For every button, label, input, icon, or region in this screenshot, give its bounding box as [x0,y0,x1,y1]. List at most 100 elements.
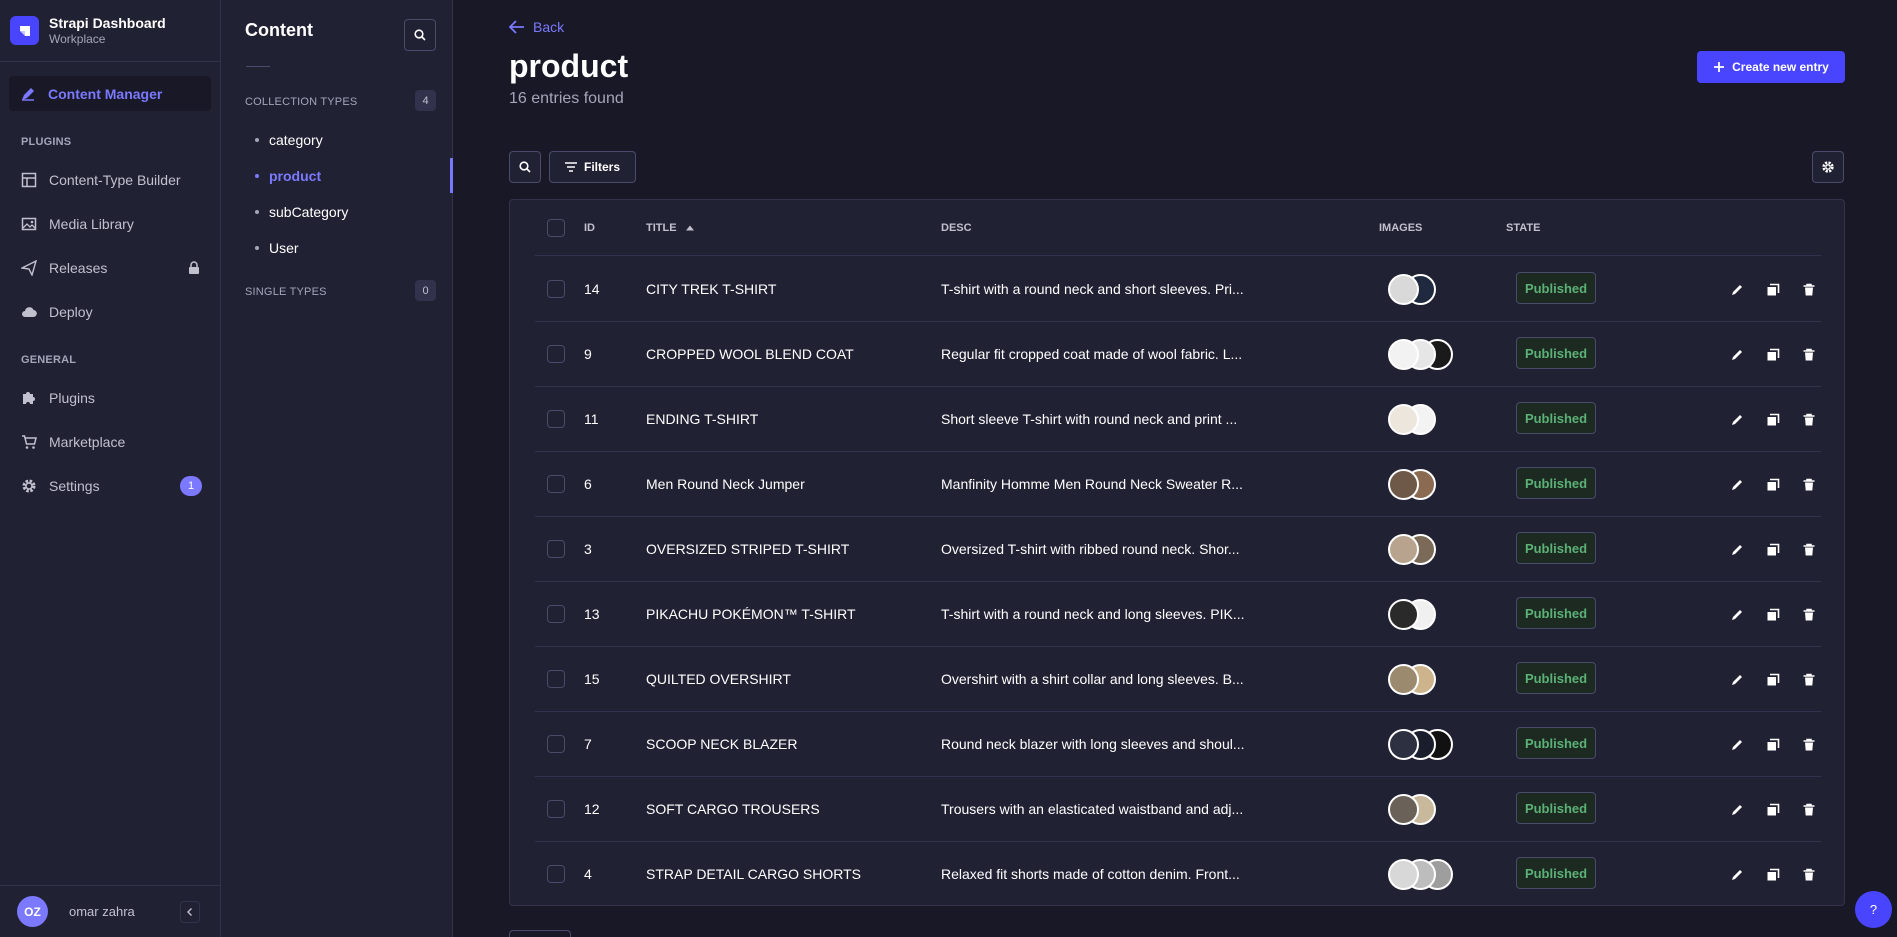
table-row[interactable]: 9 CROPPED WOOL BLEND COAT Regular fit cr… [535,322,1821,387]
back-link[interactable]: Back [509,19,564,35]
table-row[interactable]: 14 CITY TREK T-SHIRT T-shirt with a roun… [535,257,1821,322]
delete-button[interactable] [1800,801,1818,819]
row-checkbox[interactable] [547,735,565,753]
brand[interactable]: Strapi Dashboard Workplace [0,0,220,62]
row-checkbox[interactable] [547,345,565,363]
nav-item-releases[interactable]: Releases [21,256,201,280]
row-checkbox[interactable] [547,605,565,623]
row-checkbox[interactable] [547,410,565,428]
column-header-desc[interactable]: DESC [941,222,972,234]
delete-button[interactable] [1800,346,1818,364]
table-search-button[interactable] [509,151,541,183]
nav-item-content-manager[interactable]: Content Manager [9,76,211,111]
edit-button[interactable] [1728,671,1746,689]
duplicate-button[interactable] [1764,411,1782,429]
delete-button[interactable] [1800,541,1818,559]
duplicate-button[interactable] [1764,671,1782,689]
product-image-thumbnail [1388,599,1419,630]
user-menu[interactable]: OZ omar zahra [0,885,220,937]
edit-button[interactable] [1728,476,1746,494]
nav-item-deploy[interactable]: Deploy [21,300,201,324]
table-row[interactable]: 3 OVERSIZED STRIPED T-SHIRT Oversized T-… [535,517,1821,582]
edit-button[interactable] [1728,281,1746,299]
cell-images [1388,729,1453,760]
delete-button[interactable] [1800,606,1818,624]
table-row[interactable]: 6 Men Round Neck Jumper Manfinity Homme … [535,452,1821,517]
pagination-control[interactable] [509,930,571,937]
nav-item-content-type-builder[interactable]: Content-Type Builder [21,168,201,192]
edit-button[interactable] [1728,801,1746,819]
delete-button[interactable] [1800,411,1818,429]
cell-images [1388,599,1436,630]
single-types-count: 0 [415,280,436,301]
table-row[interactable]: 15 QUILTED OVERSHIRT Overshirt with a sh… [535,647,1821,712]
collapse-nav-button[interactable] [180,901,200,923]
table-row[interactable]: 4 STRAP DETAIL CARGO SHORTS Relaxed fit … [535,842,1821,907]
pencil-icon [1732,610,1742,620]
product-image-thumbnail [1388,859,1419,890]
delete-button[interactable] [1800,281,1818,299]
trash-icon [1803,673,1815,686]
table-row[interactable]: 7 SCOOP NECK BLAZER Round neck blazer wi… [535,712,1821,777]
help-button[interactable]: ? [1855,891,1892,928]
subnav-item-product[interactable]: product [255,166,321,186]
row-checkbox[interactable] [547,540,565,558]
row-checkbox[interactable] [547,865,565,883]
nav-item-plugins[interactable]: Plugins [21,386,201,410]
nav-item-marketplace[interactable]: Marketplace [21,430,201,454]
view-settings-button[interactable] [1812,151,1844,183]
subnav-search-button[interactable] [404,19,436,51]
duplicate-icon [1767,868,1780,881]
delete-button[interactable] [1800,671,1818,689]
row-actions [1728,736,1836,754]
image-icon [21,217,37,231]
duplicate-button[interactable] [1764,801,1782,819]
nav-item-settings[interactable]: Settings 1 [21,474,202,498]
table-row[interactable]: 11 ENDING T-SHIRT Short sleeve T-shirt w… [535,387,1821,452]
duplicate-button[interactable] [1764,541,1782,559]
pencil-icon [1732,870,1742,880]
status-badge: Published [1516,597,1596,629]
edit-button[interactable] [1728,346,1746,364]
trash-icon [1803,543,1815,556]
arrow-left-icon [509,20,524,34]
row-checkbox[interactable] [547,475,565,493]
duplicate-button[interactable] [1764,866,1782,884]
edit-button[interactable] [1728,541,1746,559]
column-header-id[interactable]: ID [584,222,595,234]
edit-button[interactable] [1728,866,1746,884]
row-checkbox[interactable] [547,670,565,688]
duplicate-button[interactable] [1764,736,1782,754]
duplicate-button[interactable] [1764,281,1782,299]
column-header-title[interactable]: TITLE [646,222,694,234]
duplicate-button[interactable] [1764,476,1782,494]
cell-images [1388,534,1436,565]
row-checkbox[interactable] [547,280,565,298]
row-actions [1728,606,1836,624]
page-title: product [509,48,629,84]
product-image-thumbnail [1388,339,1419,370]
delete-button[interactable] [1800,476,1818,494]
table-row[interactable]: 12 SOFT CARGO TROUSERS Trousers with an … [535,777,1821,842]
duplicate-button[interactable] [1764,606,1782,624]
search-icon [519,161,531,173]
nav-item-media-library[interactable]: Media Library [21,212,201,236]
row-checkbox[interactable] [547,800,565,818]
edit-button[interactable] [1728,411,1746,429]
duplicate-button[interactable] [1764,346,1782,364]
status-badge: Published [1516,402,1596,434]
edit-button[interactable] [1728,736,1746,754]
cell-desc: Trousers with an elasticated waistband a… [941,801,1244,817]
delete-button[interactable] [1800,736,1818,754]
subnav-item-user[interactable]: User [255,238,299,258]
delete-button[interactable] [1800,866,1818,884]
filters-button[interactable]: Filters [549,151,636,183]
cell-id: 4 [584,866,592,882]
select-all-checkbox[interactable] [547,219,565,237]
create-new-entry-button[interactable]: Create new entry [1697,51,1845,83]
edit-button[interactable] [1728,606,1746,624]
subnav-item-category[interactable]: category [255,130,323,150]
subnav-item-subcategory[interactable]: subCategory [255,202,348,222]
collection-types-count: 4 [415,90,436,111]
table-row[interactable]: 13 PIKACHU POKÉMON™ T-SHIRT T-shirt with… [535,582,1821,647]
